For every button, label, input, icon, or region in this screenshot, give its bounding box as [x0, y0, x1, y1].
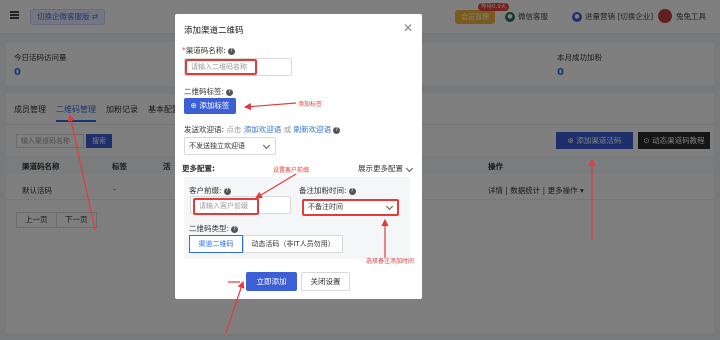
help-icon: ? — [223, 187, 231, 195]
add-tag-label: 添加标签 — [199, 101, 230, 110]
chevron-down-icon — [406, 164, 414, 173]
add-welcome-link[interactable]: 添加欢迎语 — [244, 125, 282, 134]
prefix-input[interactable]: 请输入客户前缀 — [193, 198, 259, 215]
dialog-title: 添加渠道二维码 — [184, 26, 244, 36]
name-label: *渠道码名称:? — [182, 45, 235, 56]
help-icon: ? — [226, 88, 234, 96]
add-tag-button[interactable]: ⊕ 添加标签 — [184, 98, 236, 114]
annotation-prefix: 设置客户前缀 — [273, 167, 310, 174]
remark-time-label: 备注加粉时间:? — [299, 185, 356, 196]
annotation-add-tag: 添加标签 — [298, 101, 323, 108]
more-config-label: 更多配置: — [182, 164, 215, 173]
tag-label: 二维码标签:? — [184, 86, 234, 97]
help-icon: ? — [231, 225, 239, 233]
expand-more-toggle[interactable]: 展示更多配置 — [358, 163, 414, 174]
close-icon[interactable]: ✕ — [403, 21, 413, 35]
help-icon: ? — [333, 126, 341, 134]
qr-type-label: 二维码类型:? — [189, 223, 239, 234]
qr-type-channel[interactable]: 渠道二维码 — [189, 235, 243, 253]
welcome-label: 发送欢迎语: 点击 添加欢迎语 或 刷新欢迎语? — [184, 124, 341, 135]
welcome-select[interactable]: 不发送独立欢迎语 — [184, 137, 276, 155]
chevron-down-icon — [385, 202, 394, 211]
submit-button[interactable]: 立即添加 — [246, 272, 297, 291]
help-icon: ? — [348, 187, 356, 195]
chevron-down-icon — [262, 141, 271, 150]
close-settings-button[interactable]: 关闭设置 — [301, 272, 350, 291]
name-input[interactable]: 请输入二维码名称 — [185, 59, 257, 75]
qr-type-dynamic[interactable]: 动态活码（非IT人员勿用） — [243, 235, 343, 253]
annotation-remark-time: 选择备注添加时间 — [366, 258, 415, 265]
prefix-label: 客户前缀:? — [189, 185, 231, 196]
remark-time-select[interactable]: 不备注时间 — [302, 199, 399, 216]
help-icon: ? — [227, 47, 235, 55]
refresh-welcome-link[interactable]: 刷新欢迎语 — [294, 125, 332, 134]
